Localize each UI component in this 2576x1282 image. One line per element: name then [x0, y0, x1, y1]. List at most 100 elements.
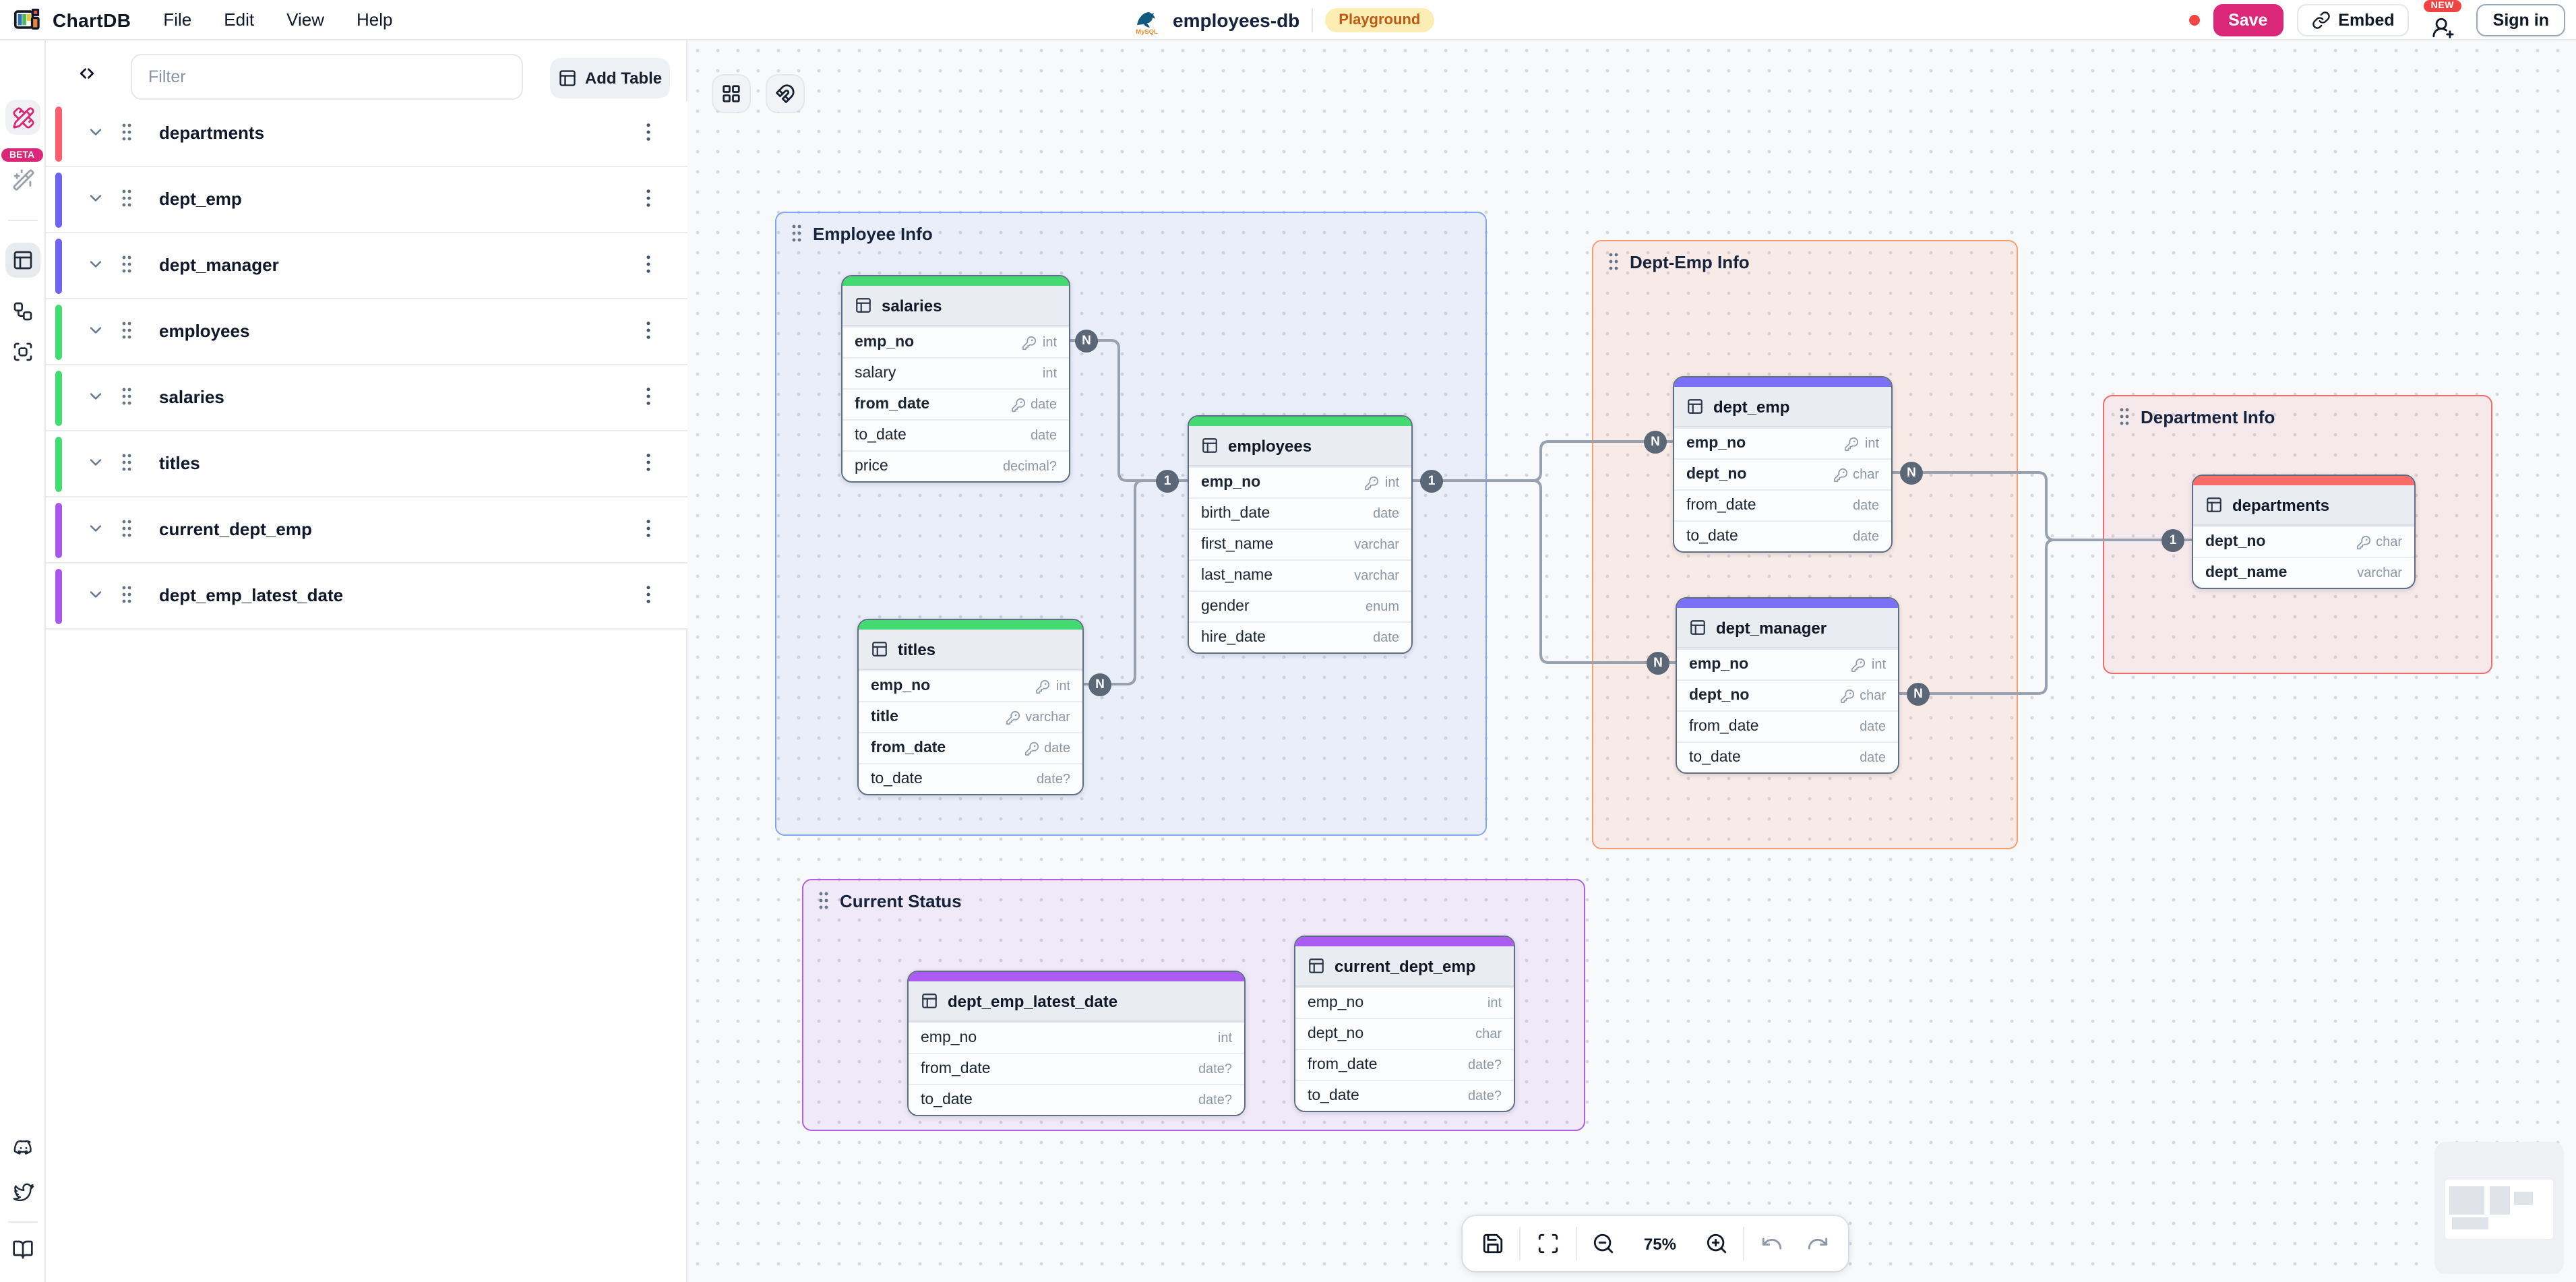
tables-panel-icon[interactable] [5, 243, 40, 278]
sidebar-table-row[interactable]: dept_manager [46, 233, 687, 299]
table-field-row[interactable]: to_datedate? [1295, 1080, 1514, 1111]
add-table-button[interactable]: Add Table [550, 58, 670, 98]
diagram-table-dept_emp[interactable]: dept_empemp_nointdept_nocharfrom_datedat… [1673, 376, 1893, 553]
snap-magnet-button[interactable] [767, 75, 803, 112]
chevron-down-icon[interactable] [86, 387, 105, 406]
table-field-row[interactable]: titlevarchar [859, 701, 1082, 732]
kebab-menu-icon[interactable] [639, 584, 658, 605]
kebab-menu-icon[interactable] [639, 386, 658, 407]
chevron-down-icon[interactable] [86, 255, 105, 274]
diagram-table-departments[interactable]: departmentsdept_nochardept_namevarchar [2192, 475, 2416, 589]
table-field-row[interactable]: emp_noint [1295, 987, 1514, 1018]
drag-grip-icon[interactable] [119, 452, 135, 473]
areas-panel-icon[interactable] [5, 334, 40, 369]
table-field-row[interactable]: emp_noint [1189, 466, 1411, 497]
menu-file[interactable]: File [163, 9, 191, 30]
table-header[interactable]: dept_emp_latest_date [909, 981, 1244, 1022]
relationships-panel-icon[interactable] [5, 294, 40, 329]
table-field-row[interactable]: emp_noint [1674, 427, 1891, 458]
sidebar-table-row[interactable]: titles [46, 431, 687, 497]
table-field-row[interactable]: dept_nochar [1677, 679, 1898, 710]
twitter-icon[interactable] [5, 1174, 40, 1209]
table-header[interactable]: departments [2193, 485, 2414, 526]
signin-button[interactable]: Sign in [2477, 4, 2565, 36]
chevron-down-icon[interactable] [86, 453, 105, 472]
kebab-menu-icon[interactable] [639, 121, 658, 143]
table-field-row[interactable]: hire_datedate [1189, 621, 1411, 652]
sidebar-table-row[interactable]: salaries [46, 365, 687, 431]
discord-icon[interactable] [5, 1130, 40, 1165]
sidebar-table-row[interactable]: employees [46, 299, 687, 365]
table-header[interactable]: current_dept_emp [1295, 946, 1514, 987]
table-field-row[interactable]: genderenum [1189, 590, 1411, 621]
table-header[interactable]: employees [1189, 426, 1411, 466]
kebab-menu-icon[interactable] [639, 518, 658, 539]
drag-grip-icon[interactable] [119, 253, 135, 275]
editor-tools-icon[interactable] [5, 100, 40, 135]
table-field-row[interactable]: to_datedate? [909, 1084, 1244, 1115]
sidebar-table-row[interactable]: dept_emp_latest_date [46, 563, 687, 630]
table-field-row[interactable]: from_datedate [842, 388, 1069, 419]
save-diagram-button[interactable] [1473, 1224, 1512, 1263]
drag-grip-icon[interactable] [119, 187, 135, 209]
table-field-row[interactable]: first_namevarchar [1189, 528, 1411, 559]
diagram-table-employees[interactable]: employeesemp_nointbirth_datedatefirst_na… [1188, 415, 1413, 654]
magic-wand-icon[interactable] [5, 162, 40, 197]
table-header[interactable]: salaries [842, 286, 1069, 326]
sidebar-table-row[interactable]: dept_emp [46, 167, 687, 233]
table-header[interactable]: dept_manager [1677, 608, 1898, 648]
chevron-down-icon[interactable] [86, 321, 105, 340]
table-field-row[interactable]: birth_datedate [1189, 497, 1411, 528]
zoom-level[interactable]: 75% [1631, 1234, 1690, 1253]
table-field-row[interactable]: to_datedate [1677, 741, 1898, 772]
diagram-table-titles[interactable]: titlesemp_nointtitlevarcharfrom_datedate… [857, 619, 1084, 795]
drag-grip-icon[interactable] [119, 319, 135, 341]
table-field-row[interactable]: pricedecimal? [842, 450, 1069, 481]
table-field-row[interactable]: from_datedate? [1295, 1049, 1514, 1080]
filter-input[interactable] [131, 54, 523, 100]
chevron-down-icon[interactable] [86, 189, 105, 208]
brand[interactable]: ChartDB [13, 7, 131, 32]
code-view-icon[interactable] [67, 58, 105, 88]
menu-edit[interactable]: Edit [224, 9, 254, 30]
table-field-row[interactable]: last_namevarchar [1189, 559, 1411, 590]
undo-button[interactable] [1753, 1224, 1791, 1263]
diagram-canvas[interactable]: Employee InfoDept-Emp InfoDepartment Inf… [687, 40, 2576, 1282]
table-field-row[interactable]: dept_namevarchar [2193, 557, 2414, 588]
drag-grip-icon[interactable] [119, 584, 135, 605]
diagram-table-dept_emp_latest_date[interactable]: dept_emp_latest_dateemp_nointfrom_dateda… [907, 971, 1246, 1116]
table-field-row[interactable]: from_datedate [1674, 489, 1891, 520]
table-field-row[interactable]: emp_noint [859, 670, 1082, 701]
table-field-row[interactable]: dept_nochar [1295, 1018, 1514, 1049]
sidebar-table-row[interactable]: current_dept_emp [46, 497, 687, 563]
table-field-row[interactable]: emp_noint [909, 1022, 1244, 1053]
table-field-row[interactable]: to_datedate [1674, 520, 1891, 551]
table-field-row[interactable]: emp_noint [842, 326, 1069, 357]
kebab-menu-icon[interactable] [639, 187, 658, 209]
table-field-row[interactable]: from_datedate? [909, 1053, 1244, 1084]
chevron-down-icon[interactable] [86, 519, 105, 538]
table-field-row[interactable]: to_datedate? [859, 763, 1082, 794]
table-field-row[interactable]: dept_nochar [1674, 458, 1891, 489]
invite-user-button[interactable]: NEW [2423, 1, 2463, 39]
table-field-row[interactable]: dept_nochar [2193, 526, 2414, 557]
kebab-menu-icon[interactable] [639, 253, 658, 275]
table-field-row[interactable]: from_datedate [1677, 710, 1898, 741]
drag-grip-icon[interactable] [119, 121, 135, 143]
minimap[interactable] [2434, 1142, 2564, 1274]
table-field-row[interactable]: from_datedate [859, 732, 1082, 763]
table-field-row[interactable]: emp_noint [1677, 648, 1898, 679]
table-field-row[interactable]: to_datedate [842, 419, 1069, 450]
drag-grip-icon[interactable] [119, 386, 135, 407]
chevron-down-icon[interactable] [86, 123, 105, 142]
table-header[interactable]: titles [859, 630, 1082, 670]
drag-grip-icon[interactable] [119, 518, 135, 539]
diagram-title[interactable]: employees-db [1173, 9, 1299, 31]
diagram-table-salaries[interactable]: salariesemp_nointsalaryintfrom_datedatet… [841, 275, 1070, 483]
kebab-menu-icon[interactable] [639, 319, 658, 341]
fit-view-button[interactable] [1529, 1224, 1567, 1263]
table-header[interactable]: dept_emp [1674, 387, 1891, 427]
menu-help[interactable]: Help [357, 9, 393, 30]
diagram-table-dept_manager[interactable]: dept_manageremp_nointdept_nocharfrom_dat… [1676, 597, 1899, 774]
docs-icon[interactable] [5, 1232, 40, 1267]
